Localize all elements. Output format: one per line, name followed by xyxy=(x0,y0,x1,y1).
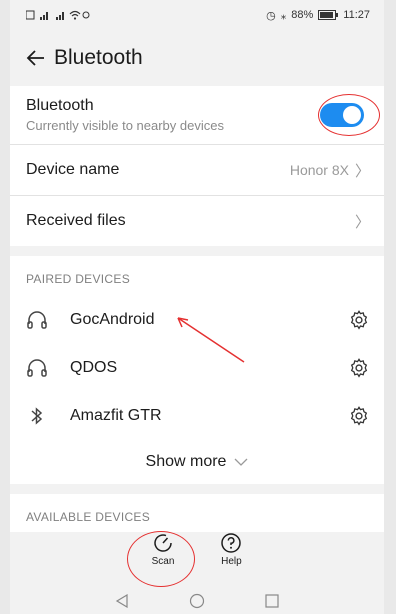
scan-button[interactable]: Scan xyxy=(151,532,175,586)
help-icon xyxy=(221,533,242,553)
clock: 11:27 xyxy=(343,9,370,21)
bluetooth-row-text: Bluetooth Currently visible to nearby de… xyxy=(26,97,320,133)
nav-home-icon[interactable] xyxy=(189,593,205,609)
page-title: Bluetooth xyxy=(54,46,143,69)
signal-indicators xyxy=(26,9,90,21)
chevron-down-icon xyxy=(234,458,248,466)
back-arrow-icon[interactable] xyxy=(24,46,48,70)
paired-devices-card: PAIRED DEVICES GocAndroid QDOS Amazfit G… xyxy=(10,256,384,484)
scan-label: Scan xyxy=(151,556,175,567)
nav-recents-icon[interactable] xyxy=(265,594,279,608)
signal-icon xyxy=(26,10,90,20)
status-bar: ◷ ⁎ 88% 11:27 xyxy=(10,0,384,30)
settings-card: Bluetooth Currently visible to nearby de… xyxy=(10,86,384,246)
bluetooth-switch[interactable] xyxy=(320,103,364,127)
section-gap xyxy=(10,484,384,494)
switch-knob xyxy=(343,106,361,124)
visibility-status: Currently visible to nearby devices xyxy=(26,118,224,133)
alarm-icon: ◷ xyxy=(266,9,276,22)
nav-back-icon[interactable] xyxy=(115,594,129,608)
device-name-row[interactable]: Device name Honor 8X 〉 xyxy=(10,145,384,196)
chevron-right-icon: 〉 xyxy=(354,162,370,180)
received-files-label: Received files xyxy=(26,212,126,229)
paired-device-row[interactable]: Amazfit GTR xyxy=(10,392,384,440)
help-label: Help xyxy=(221,556,242,567)
scan-icon xyxy=(154,534,172,552)
gear-icon[interactable] xyxy=(348,309,370,331)
gear-icon[interactable] xyxy=(348,357,370,379)
battery-icon xyxy=(318,10,339,20)
paired-device-row[interactable]: GocAndroid xyxy=(10,296,384,344)
device-name: Amazfit GTR xyxy=(70,407,162,424)
show-more-button[interactable]: Show more xyxy=(10,440,384,484)
app-bar: Bluetooth xyxy=(10,30,384,86)
paired-devices-header: PAIRED DEVICES xyxy=(26,272,131,286)
section-gap xyxy=(10,246,384,256)
available-devices-header: AVAILABLE DEVICES xyxy=(26,510,151,524)
status-right: ◷ ⁎ 88% 11:27 xyxy=(266,9,370,22)
device-name: GocAndroid xyxy=(70,311,155,328)
bluetooth-label: Bluetooth xyxy=(26,97,94,114)
system-nav-bar xyxy=(10,588,384,614)
phone-screen: ◷ ⁎ 88% 11:27 Bluetooth Bluetooth Curren… xyxy=(10,0,384,614)
paired-device-row[interactable]: QDOS xyxy=(10,344,384,392)
chevron-right-icon: 〉 xyxy=(354,213,370,231)
device-name-label: Device name xyxy=(26,161,120,178)
headphones-icon xyxy=(26,358,54,378)
device-name-value: Honor 8X xyxy=(289,162,349,178)
received-files-row[interactable]: Received files 〉 xyxy=(10,196,384,246)
bottom-action-bar: Scan Help xyxy=(10,532,384,586)
gear-icon[interactable] xyxy=(348,405,370,427)
show-more-label: Show more xyxy=(145,453,227,470)
battery-percent: 88% xyxy=(291,9,314,21)
device-name: QDOS xyxy=(70,359,118,376)
help-button[interactable]: Help xyxy=(220,532,242,586)
bluetooth-status-icon: ⁎ xyxy=(280,9,287,22)
bluetooth-icon xyxy=(26,406,54,426)
headphones-icon xyxy=(26,310,54,330)
bluetooth-toggle-row[interactable]: Bluetooth Currently visible to nearby de… xyxy=(10,86,384,145)
